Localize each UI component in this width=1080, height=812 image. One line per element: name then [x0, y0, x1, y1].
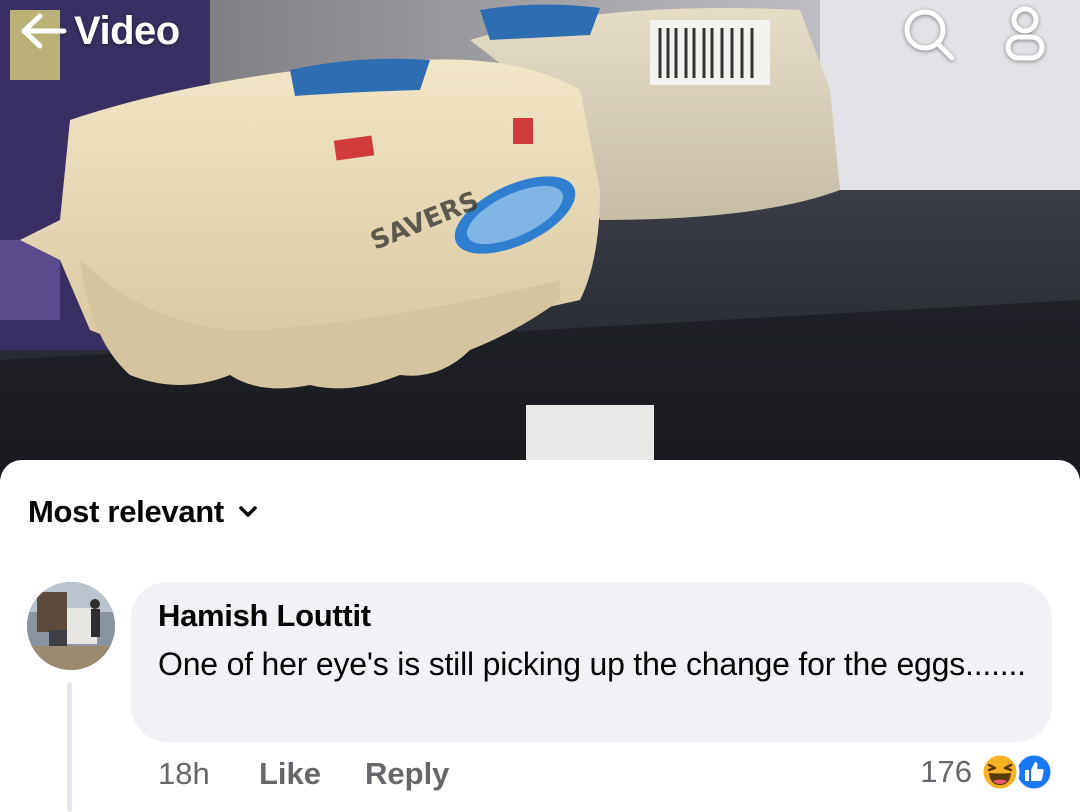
video-frame: SAVERS	[0, 0, 1080, 480]
video-player[interactable]: SAVERS Video	[0, 0, 1080, 480]
profile-icon	[1005, 6, 1045, 61]
like-button[interactable]: Like	[259, 756, 321, 792]
search-button[interactable]	[898, 4, 958, 64]
haha-reaction-icon	[980, 752, 1020, 792]
comment-text: One of her eye's is still picking up the…	[158, 646, 1026, 682]
reaction-count: 176	[920, 754, 972, 789]
video-top-bar: Video	[0, 0, 1080, 70]
sort-label: Most relevant	[28, 494, 224, 529]
profile-button[interactable]	[995, 4, 1055, 64]
reply-button[interactable]: Reply	[365, 756, 449, 792]
comment-author[interactable]: Hamish Louttit	[158, 598, 1026, 634]
comment-bubble[interactable]: Hamish Louttit One of her eye's is still…	[131, 582, 1052, 742]
back-button[interactable]: Video	[18, 6, 180, 56]
reaction-icons	[980, 752, 1054, 792]
page-title: Video	[74, 8, 180, 53]
thread-line	[67, 682, 72, 812]
avatar[interactable]	[27, 582, 115, 670]
comment-timestamp: 18h	[158, 756, 210, 791]
chevron-down-icon	[239, 506, 257, 517]
avatar-photo	[27, 582, 115, 670]
comments-sheet: Most relevant Hamish Louttit One of her …	[0, 460, 1080, 812]
back-arrow-icon	[21, 13, 67, 49]
reaction-summary[interactable]: 176	[920, 752, 1054, 792]
like-reaction-icon	[1014, 752, 1054, 792]
sort-dropdown[interactable]: Most relevant	[28, 494, 258, 530]
search-icon	[904, 9, 955, 61]
